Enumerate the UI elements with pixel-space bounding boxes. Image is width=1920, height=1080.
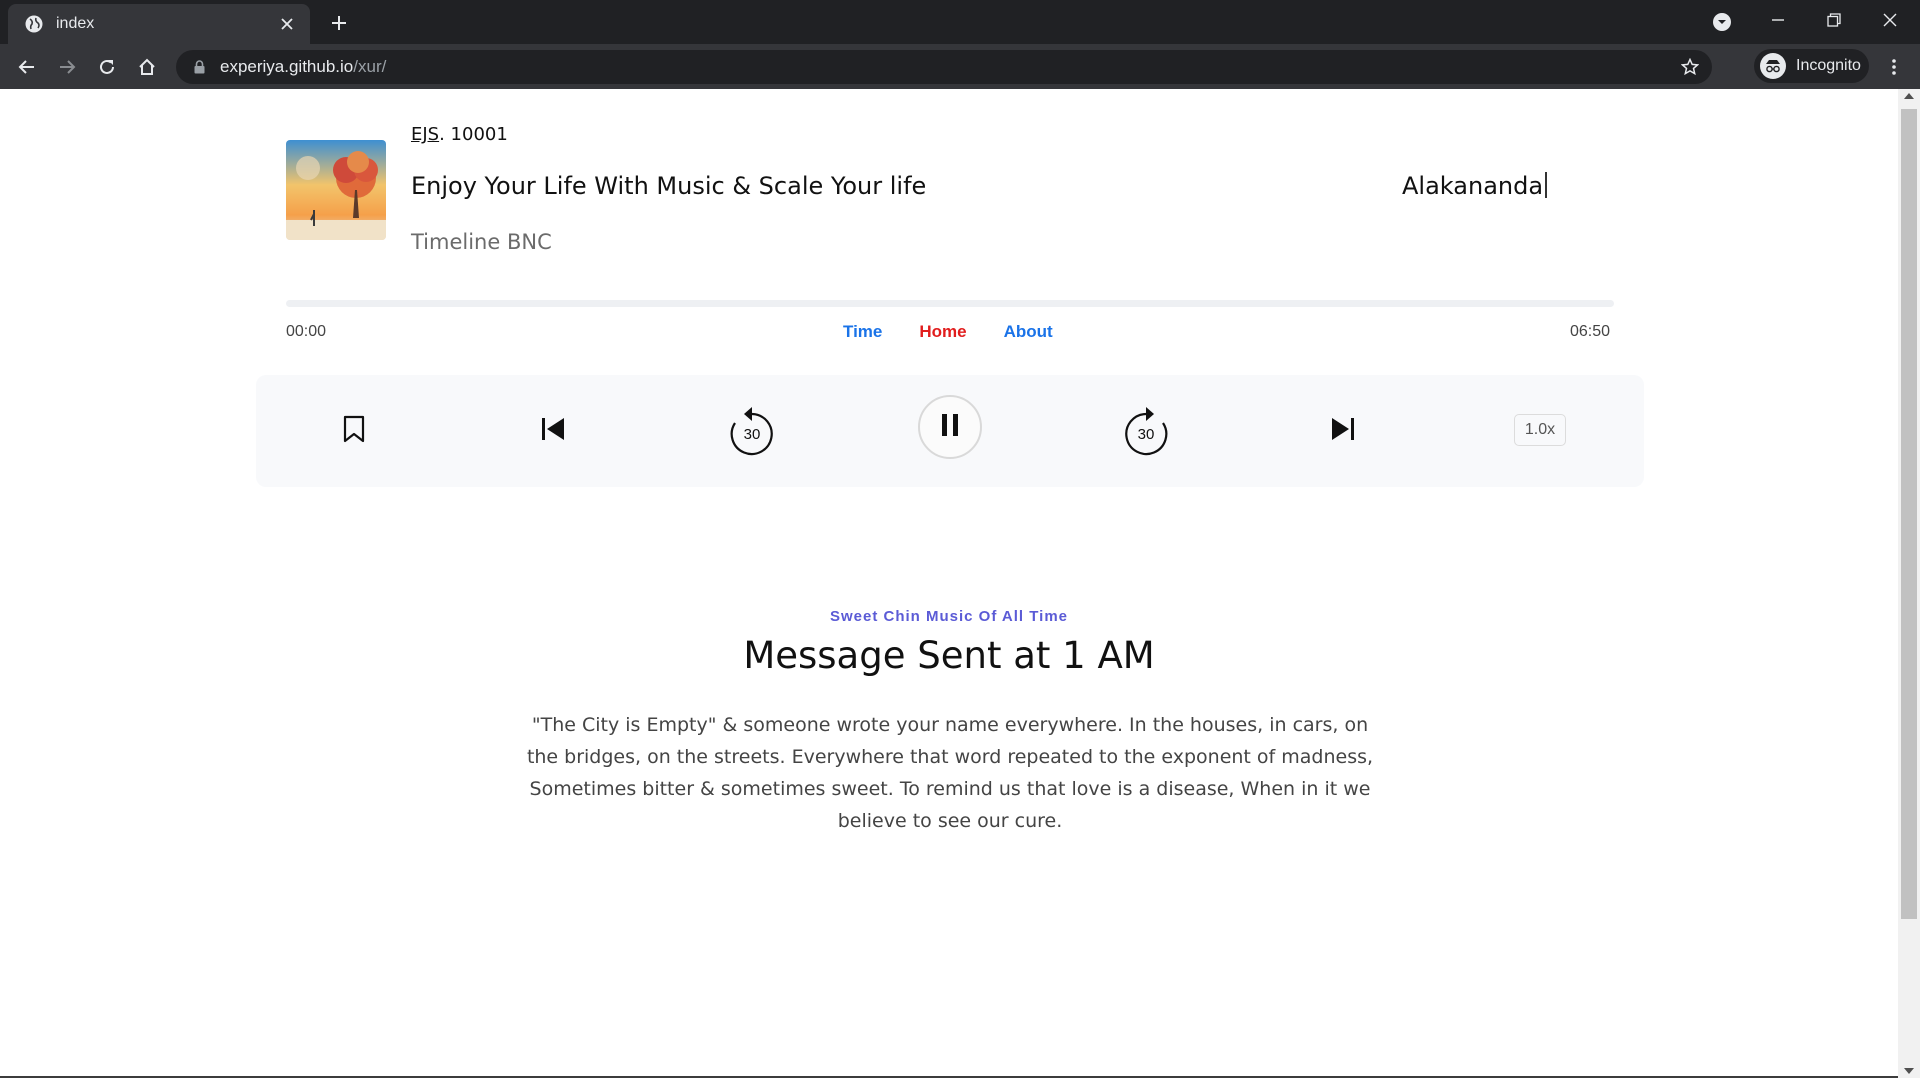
meta-link[interactable]: EJS: [411, 124, 439, 145]
nav-link-home[interactable]: Home: [919, 322, 966, 342]
nav-link-time[interactable]: Time: [843, 322, 882, 342]
back-arrow-icon[interactable]: [12, 52, 42, 82]
nav-link-about[interactable]: About: [1004, 322, 1053, 342]
article-body: "The City is Empty" & someone wrote your…: [526, 714, 1374, 832]
globe-icon: [24, 14, 44, 34]
track-subtitle: Timeline BNC: [411, 230, 552, 254]
track-meta: EJS. 10001: [411, 124, 508, 145]
pause-button[interactable]: [918, 395, 982, 459]
article-kicker: Sweet Chin Music Of All Time: [829, 608, 1069, 625]
rewind-seconds-label: 30: [743, 426, 761, 443]
player-nav: Time Home About: [843, 322, 1053, 342]
player-controls: 30 30 1.0x: [256, 375, 1644, 487]
album-cover: [286, 140, 386, 240]
url-text: experiya.github.io/xur/: [220, 57, 387, 76]
forward-seconds-label: 30: [1137, 426, 1155, 443]
track-title: Enjoy Your Life With Music & Scale Your …: [411, 172, 927, 200]
restore-icon[interactable]: [1806, 0, 1862, 40]
more-menu-icon[interactable]: [1880, 52, 1908, 82]
skip-previous-icon: [541, 417, 565, 446]
current-time: 00:00: [286, 323, 327, 340]
new-tab-button[interactable]: [326, 10, 352, 36]
pause-icon: [940, 413, 960, 442]
scroll-down-arrow-icon[interactable]: [1904, 1068, 1914, 1074]
bookmark-icon: [343, 415, 365, 448]
forward-30-button[interactable]: 30: [1116, 400, 1176, 460]
playback-speed-button[interactable]: 1.0x: [1514, 414, 1566, 446]
address-bar[interactable]: experiya.github.io/xur/: [176, 50, 1712, 84]
browser-toolbar: experiya.github.io/xur/ Incognito: [0, 44, 1920, 89]
lock-icon[interactable]: [192, 59, 206, 75]
previous-track-button[interactable]: [531, 409, 575, 453]
page-bottom-border: [0, 1076, 1898, 1078]
incognito-profile-button[interactable]: Incognito: [1754, 49, 1869, 83]
vertical-scrollbar[interactable]: [1898, 89, 1920, 1078]
close-tab-icon[interactable]: [276, 13, 298, 35]
incognito-label: Incognito: [1796, 57, 1861, 74]
total-duration: 06:50: [1570, 323, 1611, 340]
tab-strip: index: [0, 0, 1920, 44]
article-headline: Message Sent at 1 AM: [743, 634, 1155, 677]
forward-arrow-icon[interactable]: [52, 52, 82, 82]
close-window-icon[interactable]: [1862, 0, 1918, 40]
progress-bar[interactable]: [286, 300, 1614, 307]
home-icon[interactable]: [132, 52, 162, 82]
bookmark-button[interactable]: [332, 409, 376, 453]
meta-number: . 10001: [439, 124, 508, 145]
rewind-icon: 30: [728, 404, 776, 456]
tab-search-icon[interactable]: [1710, 10, 1734, 34]
page-viewport: EJS. 10001 Enjoy Your Life With Music & …: [0, 89, 1920, 1078]
fast-forward-icon: 30: [1122, 404, 1170, 456]
scroll-thumb[interactable]: [1901, 109, 1917, 919]
next-track-button[interactable]: [1321, 409, 1365, 453]
browser-tab[interactable]: index: [8, 4, 310, 44]
tab-title: index: [56, 15, 95, 32]
rewind-30-button[interactable]: 30: [722, 400, 782, 460]
incognito-icon: [1760, 53, 1786, 79]
scroll-up-arrow-icon[interactable]: [1904, 93, 1914, 99]
minimize-icon[interactable]: [1750, 0, 1806, 40]
bookmark-star-icon[interactable]: [1680, 57, 1700, 77]
text-caret: [1545, 172, 1548, 198]
reload-icon[interactable]: [92, 52, 122, 82]
skip-next-icon: [1331, 417, 1355, 446]
artist-name: Alakananda: [1402, 172, 1548, 200]
